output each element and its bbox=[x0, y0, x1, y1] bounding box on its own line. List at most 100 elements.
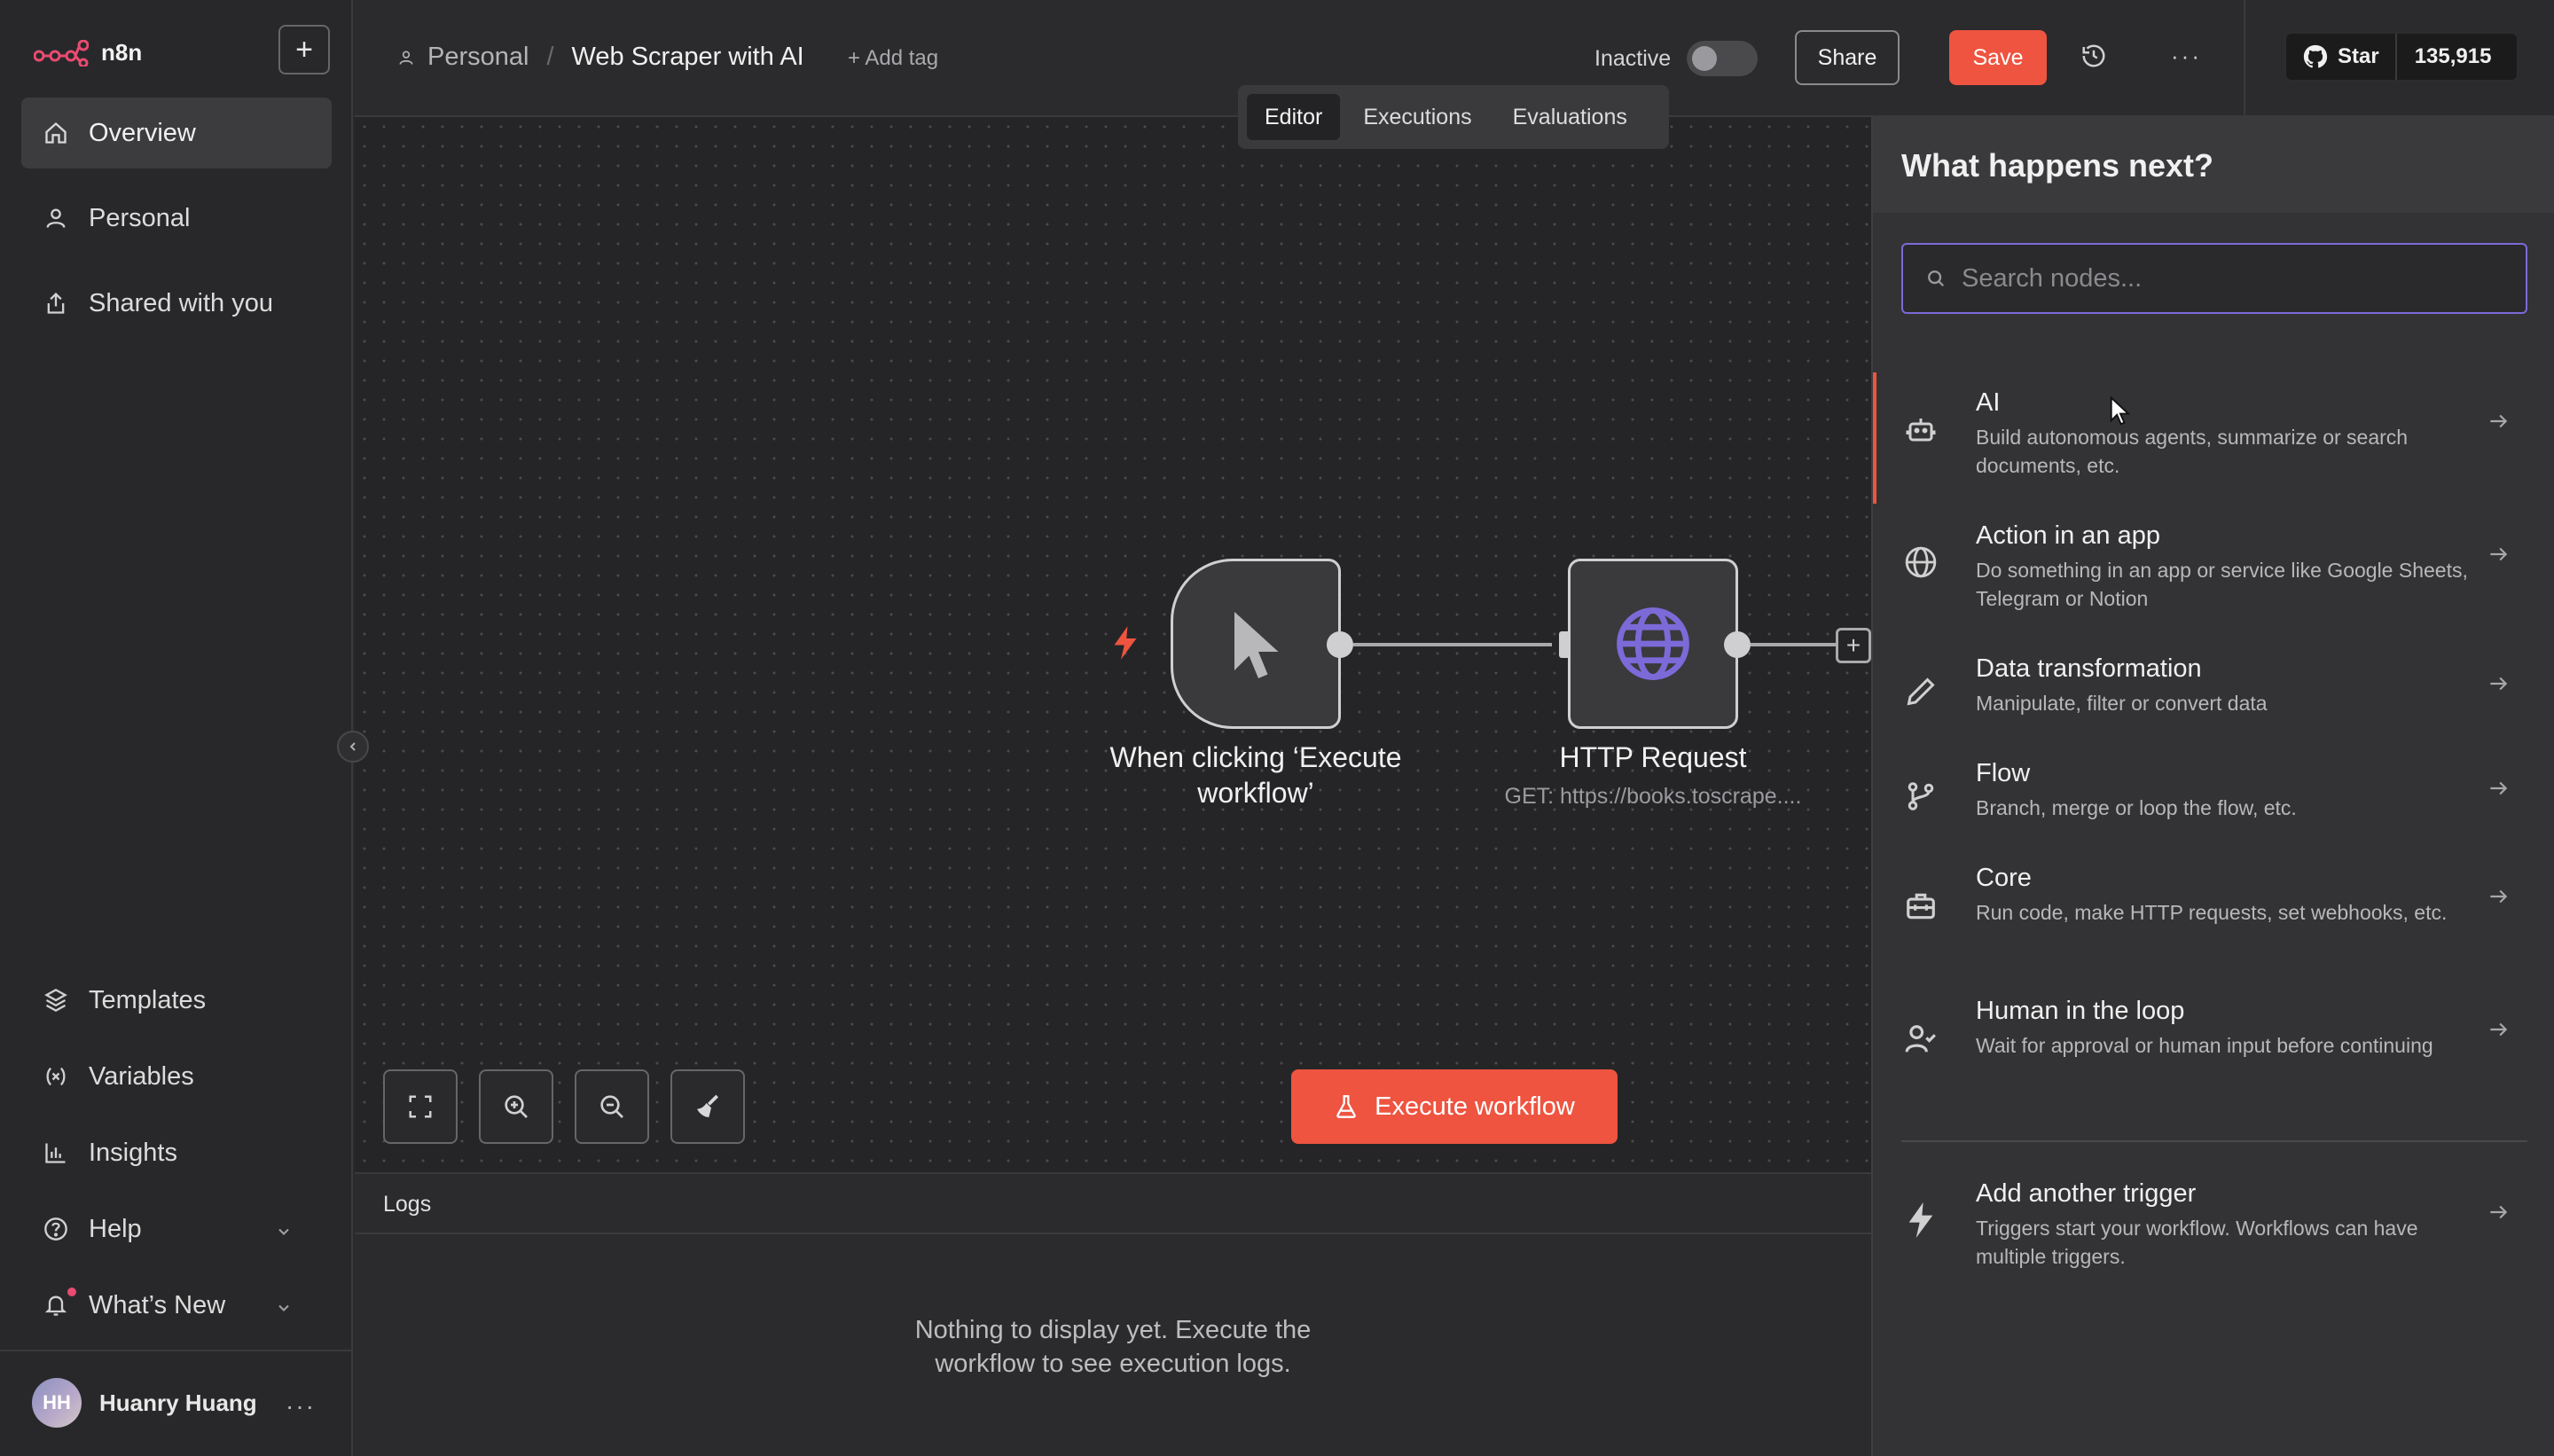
github-star-count: 135,915 bbox=[2414, 44, 2492, 68]
sidebar-item-templates[interactable]: Templates bbox=[21, 965, 332, 1036]
collapse-sidebar-button[interactable] bbox=[337, 731, 369, 763]
node-connection bbox=[1353, 643, 1552, 646]
tab-executions[interactable]: Executions bbox=[1345, 94, 1489, 140]
category-text: Human in the loop Wait for approval or h… bbox=[1976, 997, 2472, 1060]
chevron-down-icon bbox=[275, 1295, 293, 1324]
active-status-label: Inactive bbox=[1594, 46, 1672, 71]
logs-header[interactable]: Logs bbox=[355, 1174, 1871, 1234]
github-star-button[interactable]: Star 135,915 bbox=[2284, 32, 2519, 82]
arrow-right-icon bbox=[2487, 543, 2510, 570]
category-human-in-loop[interactable]: Human in the loop Wait for approval or h… bbox=[1873, 997, 2554, 1112]
category-text: Action in an app Do something in an app … bbox=[1976, 521, 2472, 613]
category-text: Add another trigger Triggers start your … bbox=[1976, 1179, 2472, 1271]
arrow-right-icon bbox=[2487, 885, 2510, 912]
search-input[interactable] bbox=[1962, 263, 2511, 294]
category-action-in-app[interactable]: Action in an app Do something in an app … bbox=[1873, 521, 2554, 637]
github-star-left: Star bbox=[2286, 34, 2397, 80]
editor-tabs: Editor Executions Evaluations bbox=[1238, 85, 1669, 149]
sidebar-item-personal[interactable]: Personal bbox=[21, 183, 332, 254]
toolbox-icon bbox=[1901, 887, 1940, 926]
sidebar-item-help[interactable]: Help bbox=[21, 1194, 332, 1264]
node-http-request[interactable] bbox=[1568, 559, 1738, 729]
box-icon bbox=[43, 987, 69, 1014]
logs-empty-state: Nothing to display yet. Execute the work… bbox=[355, 1314, 1871, 1381]
logs-panel: Logs Nothing to display yet. Execute the… bbox=[355, 1172, 1871, 1456]
active-toggle[interactable] bbox=[1687, 41, 1758, 76]
category-description: Run code, make HTTP requests, set webhoo… bbox=[1976, 901, 2448, 924]
node-output-port[interactable] bbox=[1327, 631, 1353, 658]
sidebar-item-whats-new[interactable]: What’s New bbox=[21, 1270, 332, 1341]
category-flow[interactable]: Flow Branch, merge or loop the flow, etc… bbox=[1873, 759, 2554, 848]
arrow-right-icon bbox=[2487, 777, 2510, 804]
arrow-right-icon bbox=[2487, 1201, 2510, 1228]
node-manual-trigger[interactable] bbox=[1171, 559, 1341, 729]
search-box[interactable] bbox=[1901, 243, 2527, 314]
node-creator-panel: What happens next? AI Build autonomous a… bbox=[1871, 117, 2554, 1456]
save-button[interactable]: Save bbox=[1949, 30, 2047, 85]
sidebar-item-insights[interactable]: Insights bbox=[21, 1117, 332, 1188]
fit-view-button[interactable] bbox=[383, 1069, 458, 1144]
workflow-title[interactable]: Web Scraper with AI bbox=[572, 43, 804, 72]
sidebar-item-label: Overview bbox=[89, 118, 196, 147]
category-data-transformation[interactable]: Data transformation Manipulate, filter o… bbox=[1873, 654, 2554, 743]
category-text: AI Build autonomous agents, summarize or… bbox=[1976, 388, 2472, 480]
help-icon bbox=[43, 1216, 69, 1242]
user-name: Huanry Huang bbox=[99, 1389, 257, 1416]
add-tag-button[interactable]: + Add tag bbox=[848, 46, 938, 71]
flask-icon bbox=[1336, 1095, 1356, 1118]
tab-editor[interactable]: Editor bbox=[1247, 94, 1341, 140]
mouse-cursor-icon bbox=[2109, 395, 2132, 432]
category-description: Triggers start your workflow. Workflows … bbox=[1976, 1217, 2418, 1269]
sidebar-item-label: Shared with you bbox=[89, 288, 273, 317]
arrow-right-icon bbox=[2487, 672, 2510, 700]
category-description: Build autonomous agents, summarize or se… bbox=[1976, 426, 2409, 478]
user-icon bbox=[399, 51, 413, 65]
category-title: Flow bbox=[1976, 759, 2031, 787]
globe-icon bbox=[1901, 543, 1940, 582]
breadcrumb: Personal / Web Scraper with AI bbox=[397, 43, 804, 72]
plus-icon: + bbox=[295, 33, 313, 67]
branch-icon bbox=[1901, 777, 1940, 816]
sidebar: n8n + Overview Personal Shared with you … bbox=[0, 0, 353, 1456]
new-button[interactable]: + bbox=[278, 25, 330, 74]
user-more-button[interactable]: ··· bbox=[286, 1392, 316, 1421]
toggle-knob bbox=[1692, 46, 1717, 71]
zoom-out-button[interactable] bbox=[575, 1069, 649, 1144]
category-title: Core bbox=[1976, 864, 2032, 892]
node-output-port[interactable] bbox=[1724, 631, 1751, 658]
chevron-down-icon bbox=[275, 1218, 293, 1248]
top-divider bbox=[2244, 0, 2245, 117]
zoom-out-icon bbox=[600, 1095, 623, 1118]
category-add-trigger[interactable]: Add another trigger Triggers start your … bbox=[1873, 1179, 2554, 1295]
sidebar-item-label: Templates bbox=[89, 985, 207, 1014]
logs-empty-line: Nothing to display yet. Execute the bbox=[914, 1316, 1312, 1344]
logs-title: Logs bbox=[383, 1192, 432, 1217]
breadcrumb-project[interactable]: Personal bbox=[427, 43, 529, 72]
sidebar-item-overview[interactable]: Overview bbox=[21, 98, 332, 168]
add-node-button[interactable]: + bbox=[1836, 628, 1871, 663]
sidebar-item-label: Help bbox=[89, 1214, 142, 1243]
sidebar-item-label: Variables bbox=[89, 1061, 194, 1091]
category-core[interactable]: Core Run code, make HTTP requests, set w… bbox=[1873, 864, 2554, 979]
workflow-canvas[interactable]: When clicking ‘Execute workflow’ + HTTP … bbox=[355, 117, 1871, 1172]
app-logo[interactable]: n8n bbox=[34, 39, 142, 67]
category-title: Human in the loop bbox=[1976, 997, 2185, 1025]
sidebar-item-shared[interactable]: Shared with you bbox=[21, 268, 332, 339]
share-button[interactable]: Share bbox=[1795, 30, 1900, 85]
history-icon[interactable] bbox=[2080, 43, 2107, 74]
user-menu[interactable]: HH Huanry Huang bbox=[32, 1378, 257, 1428]
execute-workflow-button[interactable]: Execute workflow bbox=[1291, 1069, 1618, 1144]
variable-icon bbox=[43, 1063, 69, 1090]
category-ai[interactable]: AI Build autonomous agents, summarize or… bbox=[1873, 388, 2554, 504]
category-description: Branch, merge or loop the flow, etc. bbox=[1976, 796, 2297, 819]
zoom-in-button[interactable] bbox=[479, 1069, 553, 1144]
sidebar-divider bbox=[0, 1350, 351, 1351]
app-name: n8n bbox=[101, 39, 143, 66]
tidy-up-button[interactable] bbox=[670, 1069, 745, 1144]
more-options-button[interactable]: ··· bbox=[2171, 43, 2202, 70]
avatar: HH bbox=[32, 1378, 82, 1428]
tab-evaluations[interactable]: Evaluations bbox=[1495, 94, 1645, 140]
sidebar-item-variables[interactable]: Variables bbox=[21, 1041, 332, 1112]
category-description: Wait for approval or human input before … bbox=[1976, 1034, 2433, 1057]
github-star-label: Star bbox=[2338, 44, 2379, 68]
